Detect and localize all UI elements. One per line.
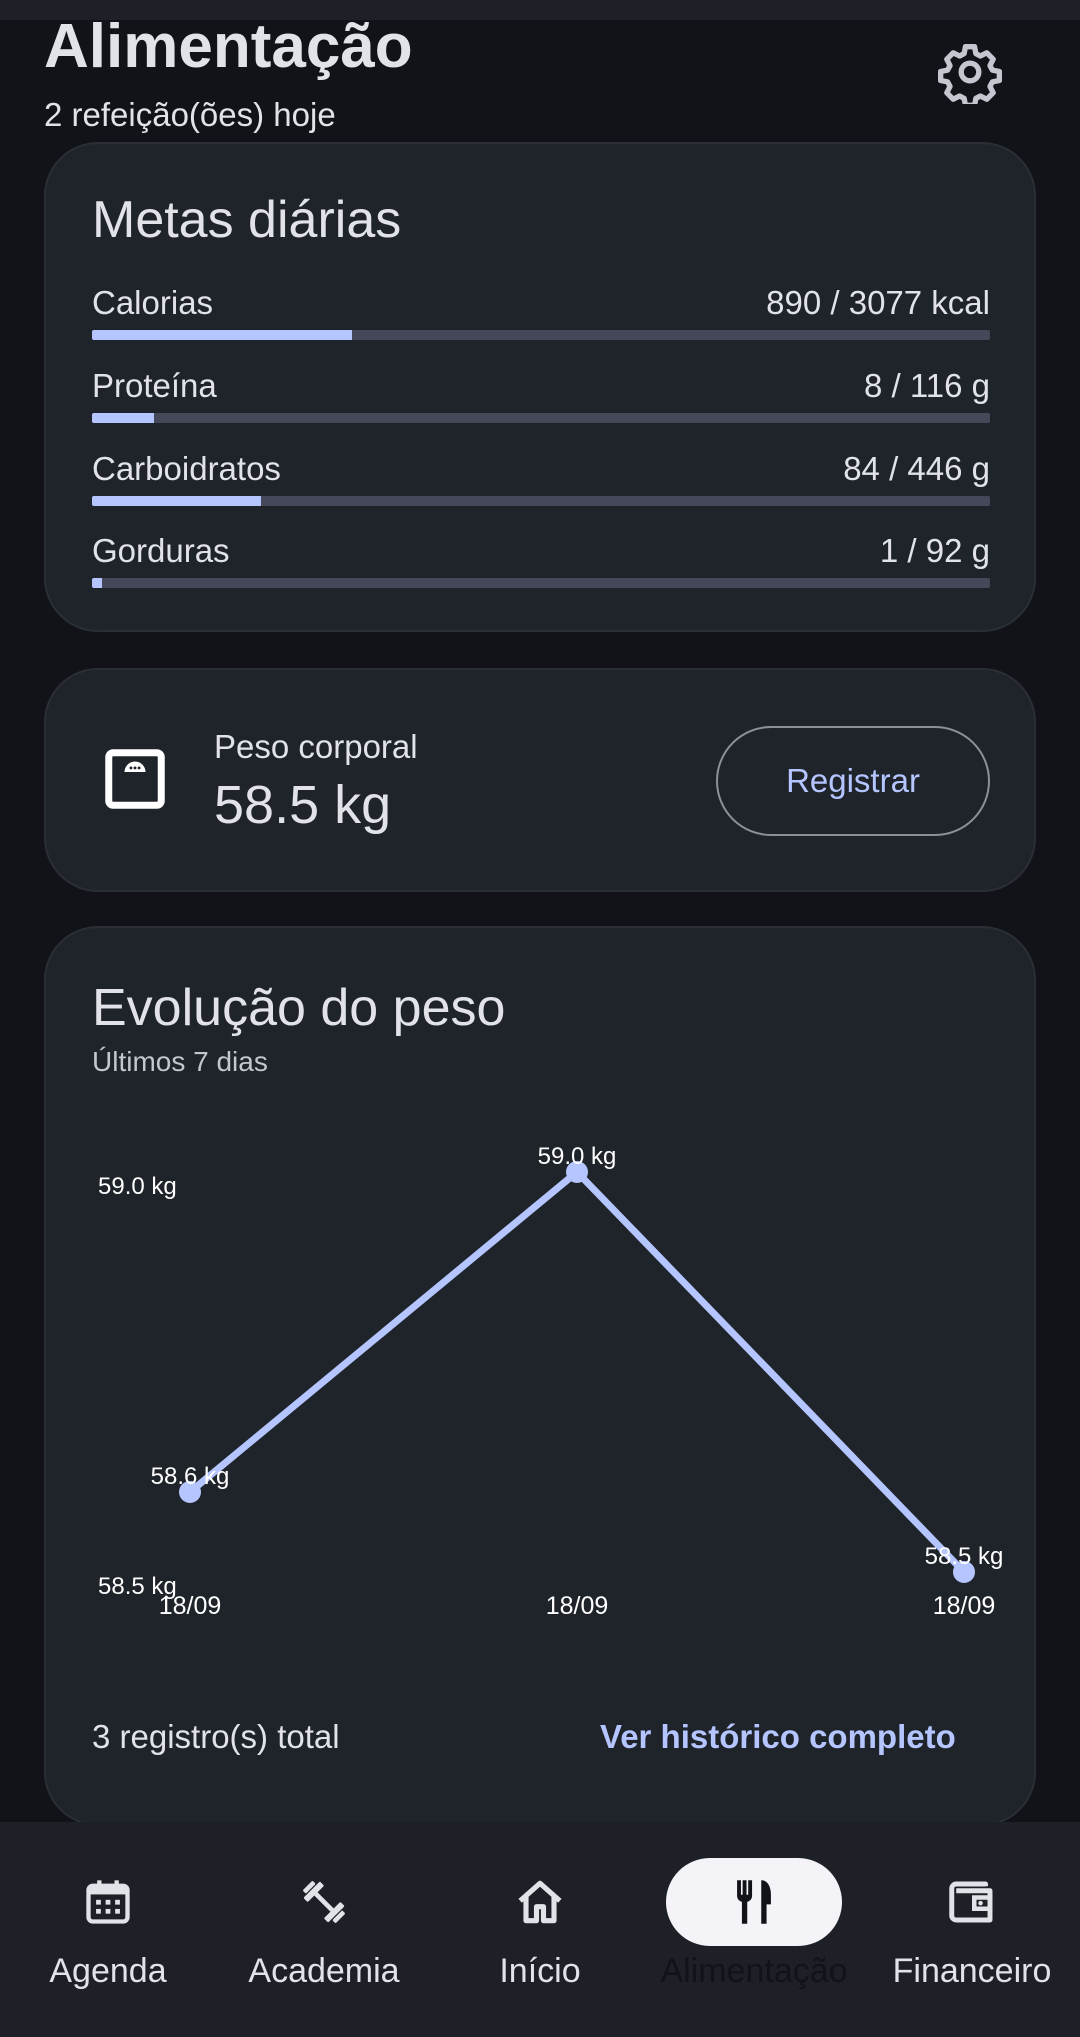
goal-progress-track	[92, 330, 990, 340]
nav-item-inicio[interactable]: Início	[452, 1822, 628, 2037]
bottom-navigation: Agenda Academia Início Alimentação Finan…	[0, 1822, 1080, 2037]
nav-label: Financeiro	[892, 1952, 1052, 1990]
weight-line-chart: 59.0 kg58.5 kg58.6 kg18/0959.0 kg18/0958…	[98, 1143, 1004, 1620]
nav-pill	[452, 1858, 628, 1946]
goal-label: Gorduras	[92, 532, 230, 569]
weight-label: Peso corporal	[214, 728, 418, 765]
wallet-icon	[949, 1881, 993, 1923]
goal-label: Proteína	[92, 367, 217, 404]
goal-progress-fill	[92, 413, 154, 423]
nav-label: Academia	[248, 1952, 400, 1990]
fork-knife-icon	[737, 1880, 771, 1924]
nav-pill	[236, 1858, 412, 1946]
nav-item-financeiro[interactable]: Financeiro	[884, 1822, 1060, 2037]
weight-chart-card: Evolução do peso Últimos 7 dias 59.0 kg 5…	[44, 926, 1036, 1826]
weight-series-line	[187, 1168, 967, 1575]
goal-value: 890 / 3077 kcal	[766, 284, 990, 321]
data-label: 59.0 kg	[538, 1143, 617, 1170]
data-label: 58.5 kg	[925, 1543, 1004, 1570]
goal-label: Carboidratos	[92, 450, 281, 487]
goal-label: Calorias	[92, 284, 214, 321]
goal-progress-fill	[92, 578, 102, 588]
weight-value: 58.5 kg	[214, 775, 392, 835]
daily-goals-card: Metas diárias Calorias 890 / 3077 kcal P…	[44, 142, 1036, 632]
register-weight-button[interactable]: Registrar	[716, 726, 990, 836]
y-tick-label: 59.0 kg	[98, 1173, 177, 1200]
nav-label: Agenda	[49, 1952, 167, 1990]
nav-label: Início	[499, 1952, 581, 1990]
nav-item-agenda[interactable]: Agenda	[20, 1822, 196, 2037]
calendar-icon	[86, 1880, 130, 1924]
goals-title: Metas diárias	[92, 191, 402, 249]
x-tick-label: 18/09	[546, 1592, 609, 1620]
nav-pill	[20, 1858, 196, 1946]
x-tick-label: 18/09	[159, 1592, 222, 1620]
nav-pill-active	[666, 1858, 842, 1946]
home-icon	[518, 1880, 562, 1924]
goal-value: 1 / 92 g	[879, 532, 990, 569]
dumbbell-icon	[303, 1881, 345, 1923]
goal-progress-track	[92, 413, 990, 423]
nav-label: Alimentação	[660, 1952, 848, 1990]
goal-progress-fill	[92, 330, 352, 340]
page-title: Alimentação	[44, 12, 413, 81]
goal-value: 8 / 116 g	[864, 367, 990, 404]
x-tick-label: 18/09	[933, 1592, 996, 1620]
goal-progress-track	[92, 496, 990, 506]
goal-value: 84 / 446 g	[843, 450, 990, 487]
nav-item-alimentacao[interactable]: Alimentação	[660, 1822, 848, 2037]
scale-icon	[105, 749, 165, 809]
gear-icon[interactable]	[938, 40, 1002, 104]
nav-pill	[884, 1858, 1060, 1946]
goal-progress-track	[92, 578, 990, 588]
view-history-link[interactable]: Ver histórico completo	[600, 1718, 956, 1756]
records-count: 3 registro(s) total	[92, 1718, 340, 1755]
nav-item-academia[interactable]: Academia	[236, 1822, 412, 2037]
page-subtitle: 2 refeição(ões) hoje	[44, 96, 336, 133]
data-label: 58.6 kg	[151, 1463, 230, 1490]
body-weight-card: Peso corporal 58.5 kg Registrar	[44, 668, 1036, 892]
goal-progress-fill	[92, 496, 261, 506]
